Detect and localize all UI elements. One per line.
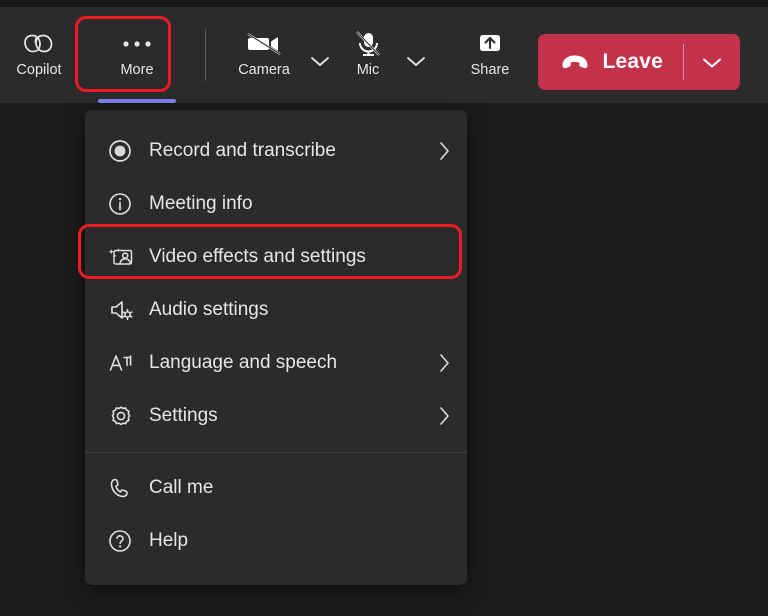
gear-icon bbox=[107, 402, 143, 430]
copilot-label: Copilot bbox=[16, 62, 62, 78]
menu-divider bbox=[85, 452, 467, 453]
meeting-toolbar: Copilot More Camera Mic Share Leave bbox=[0, 7, 768, 103]
more-dropdown-menu: Record and transcribe Meeting info Video… bbox=[85, 110, 467, 585]
menu-item-audio-settings[interactable]: Audio settings bbox=[85, 283, 467, 336]
info-icon bbox=[107, 190, 143, 218]
menu-item-label: Settings bbox=[149, 404, 218, 426]
camera-off-icon bbox=[245, 31, 283, 57]
menu-item-label: Meeting info bbox=[149, 192, 253, 214]
record-icon bbox=[107, 137, 143, 165]
hang-up-icon bbox=[560, 54, 590, 70]
menu-item-language-and-speech[interactable]: Language and speech bbox=[85, 336, 467, 389]
window-top-strip bbox=[0, 0, 768, 7]
menu-item-video-effects-and-settings[interactable]: Video effects and settings bbox=[85, 230, 467, 283]
more-active-underline bbox=[98, 99, 176, 103]
share-label: Share bbox=[470, 62, 510, 78]
toolbar-divider bbox=[205, 29, 206, 81]
phone-icon bbox=[107, 474, 143, 502]
menu-item-label: Help bbox=[149, 529, 189, 551]
camera-group: Camera bbox=[222, 19, 334, 91]
copilot-button[interactable]: Copilot bbox=[3, 19, 75, 91]
mic-options-chevron[interactable] bbox=[402, 24, 430, 86]
chevron-right-icon bbox=[437, 352, 451, 374]
leave-button[interactable]: Leave bbox=[538, 34, 683, 90]
mic-group: Mic bbox=[334, 19, 430, 91]
video-effects-icon bbox=[107, 243, 143, 271]
help-icon bbox=[107, 527, 143, 555]
more-ellipsis-icon bbox=[120, 31, 154, 57]
menu-item-label: Language and speech bbox=[149, 351, 338, 373]
camera-label: Camera bbox=[238, 62, 290, 78]
microphone-off-icon bbox=[353, 31, 383, 57]
leave-button-group: Leave bbox=[538, 34, 740, 90]
menu-item-help[interactable]: Help bbox=[85, 514, 467, 567]
chevron-down-icon bbox=[406, 55, 426, 67]
chevron-right-icon bbox=[437, 405, 451, 427]
mic-button[interactable]: Mic bbox=[334, 19, 402, 91]
camera-button[interactable]: Camera bbox=[222, 19, 306, 91]
share-button[interactable]: Share bbox=[448, 19, 532, 91]
copilot-icon bbox=[22, 31, 56, 57]
menu-item-record-and-transcribe[interactable]: Record and transcribe bbox=[85, 124, 467, 177]
menu-item-label: Record and transcribe bbox=[149, 139, 336, 161]
mic-label: Mic bbox=[356, 62, 380, 78]
menu-item-meeting-info[interactable]: Meeting info bbox=[85, 177, 467, 230]
menu-item-label: Video effects and settings bbox=[149, 245, 366, 267]
speaker-settings-icon bbox=[107, 296, 143, 324]
menu-item-label: Audio settings bbox=[149, 298, 269, 320]
menu-item-settings[interactable]: Settings bbox=[85, 389, 467, 442]
chevron-down-icon bbox=[310, 55, 330, 67]
camera-options-chevron[interactable] bbox=[306, 24, 334, 86]
chevron-right-icon bbox=[437, 140, 451, 162]
teams-meeting-screen: Copilot More Camera Mic Share Leave Reco… bbox=[0, 0, 768, 616]
more-button[interactable]: More bbox=[89, 19, 185, 103]
leave-options-chevron[interactable] bbox=[684, 34, 740, 90]
chevron-down-icon bbox=[701, 56, 723, 69]
menu-item-label: Call me bbox=[149, 476, 214, 498]
leave-label: Leave bbox=[602, 50, 663, 73]
menu-item-call-me[interactable]: Call me bbox=[85, 461, 467, 514]
more-label: More bbox=[120, 62, 154, 78]
language-icon bbox=[107, 349, 143, 377]
share-screen-icon bbox=[475, 31, 505, 57]
